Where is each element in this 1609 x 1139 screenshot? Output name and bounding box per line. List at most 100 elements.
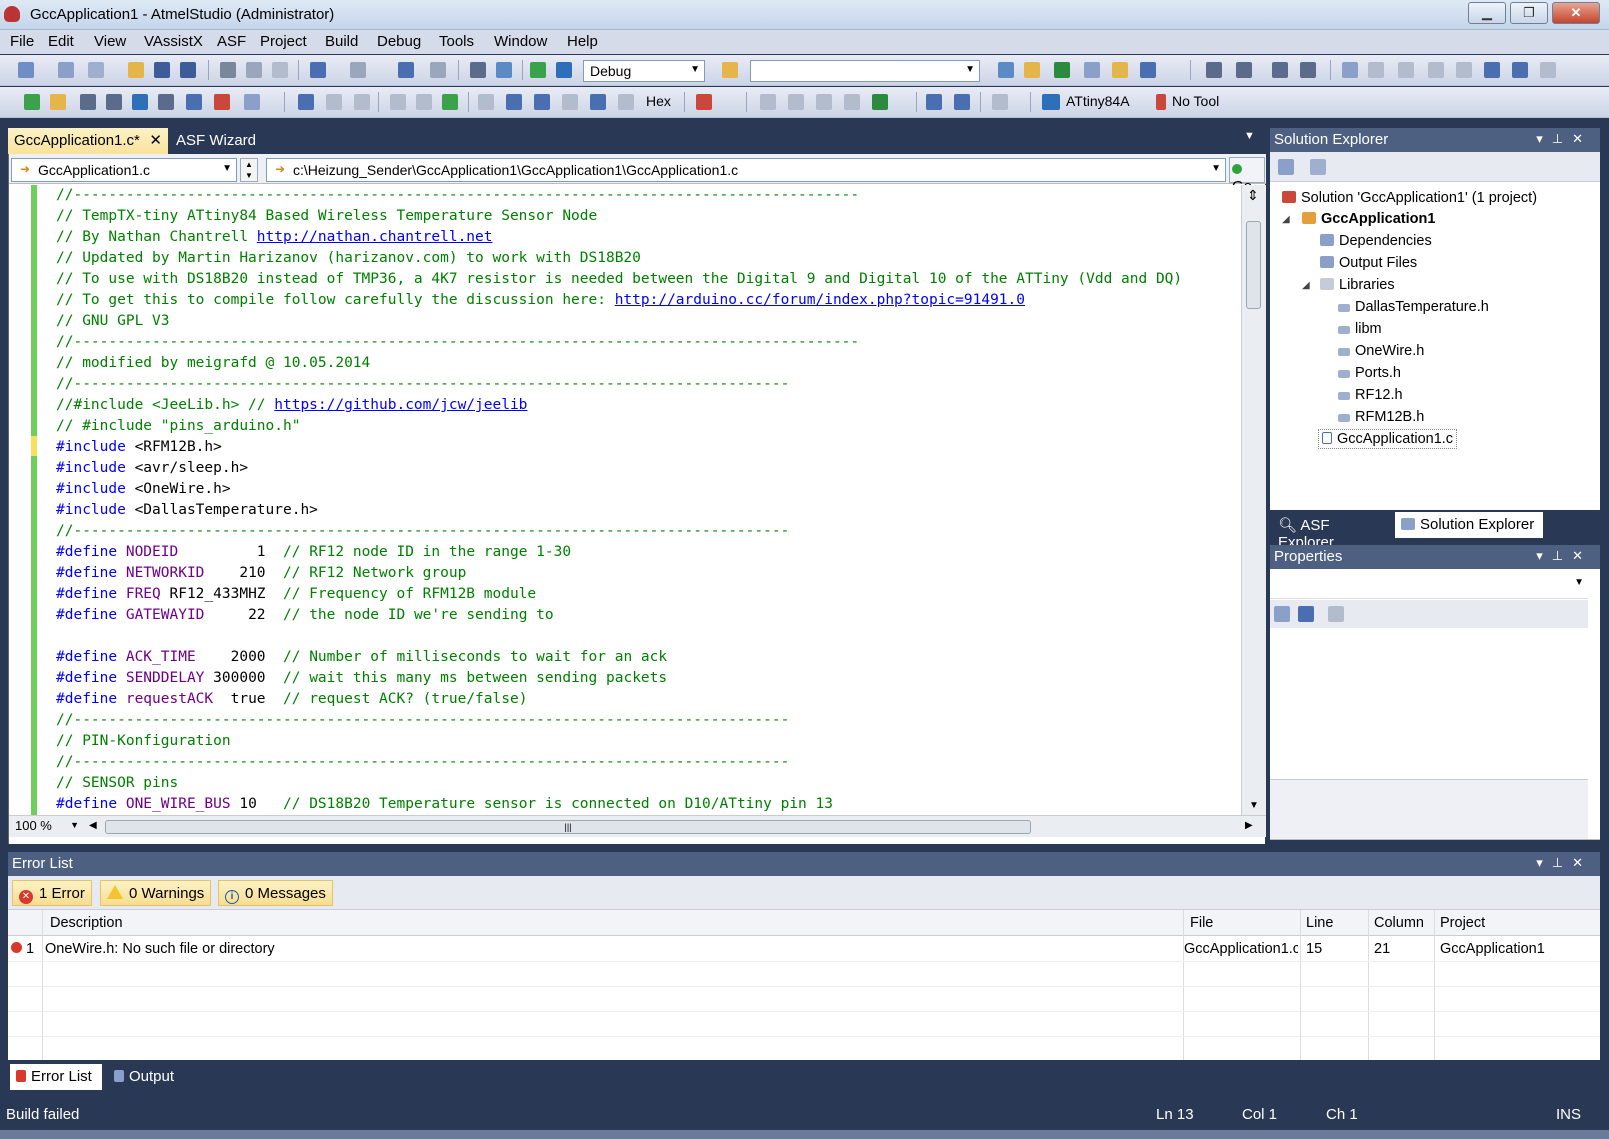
next-bookmark-folder-icon[interactable] bbox=[1456, 62, 1472, 78]
tree-item-output-files[interactable]: Output Files bbox=[1320, 255, 1417, 271]
menu-asf[interactable]: ASF bbox=[217, 33, 246, 50]
tree-item-rfm12b[interactable]: RFM12B.h bbox=[1338, 409, 1424, 425]
set-next-statement-icon[interactable] bbox=[590, 94, 606, 110]
code-text-area[interactable]: //--------------------------------------… bbox=[9, 185, 1241, 815]
tab-error-list[interactable]: Error List bbox=[10, 1064, 102, 1090]
tree-item-libm[interactable]: libm bbox=[1338, 321, 1382, 337]
step-over-icon[interactable] bbox=[506, 94, 522, 110]
tree-item-onewire[interactable]: OneWire.h bbox=[1338, 343, 1424, 359]
close-icon[interactable]: ✕ bbox=[149, 131, 162, 149]
properties-icon[interactable] bbox=[1054, 62, 1070, 78]
tree-item-dependencies[interactable]: Dependencies bbox=[1320, 233, 1432, 249]
menu-edit[interactable]: Edit bbox=[48, 33, 74, 50]
tree-item-rf12[interactable]: RF12.h bbox=[1338, 387, 1403, 403]
prev-bookmark-doc-icon[interactable] bbox=[1484, 62, 1500, 78]
solution-platform-icon[interactable] bbox=[722, 62, 738, 78]
find-combo[interactable]: ▼ bbox=[750, 60, 980, 82]
chevron-down-icon[interactable]: ▼ bbox=[1244, 130, 1255, 142]
open-folder-icon[interactable] bbox=[128, 62, 144, 78]
build-solution-icon[interactable] bbox=[470, 62, 486, 78]
object-browser-icon[interactable] bbox=[1084, 62, 1100, 78]
column-file[interactable]: File bbox=[1190, 915, 1213, 931]
cut-icon[interactable] bbox=[220, 62, 236, 78]
add-item-icon[interactable] bbox=[58, 62, 74, 78]
next-bookmark-icon[interactable] bbox=[1398, 62, 1414, 78]
file-scope-select[interactable]: ➜ GccApplication1.c ▼ bbox=[11, 158, 237, 182]
pause-icon[interactable] bbox=[416, 94, 432, 110]
menu-project[interactable]: Project bbox=[260, 33, 307, 50]
new-project-icon[interactable] bbox=[18, 62, 34, 78]
chip-icon[interactable] bbox=[158, 94, 174, 110]
clear-bookmarks-icon[interactable] bbox=[1540, 62, 1556, 78]
processor-view-icon[interactable] bbox=[954, 94, 970, 110]
errors-filter-button[interactable]: ✕ 1 Error bbox=[12, 880, 92, 906]
prev-bookmark-folder-icon[interactable] bbox=[1428, 62, 1444, 78]
save-icon[interactable] bbox=[154, 62, 170, 78]
column-description[interactable]: Description bbox=[50, 915, 123, 931]
tree-solution[interactable]: Solution 'GccApplication1' (1 project) bbox=[1282, 190, 1537, 206]
menu-window[interactable]: Window bbox=[494, 33, 547, 50]
expand-arrow-icon[interactable]: ◢ bbox=[1282, 214, 1290, 225]
show-all-files-icon[interactable] bbox=[1278, 159, 1294, 175]
panel-controls[interactable]: ▾⊥✕ bbox=[1536, 131, 1592, 147]
maximize-button[interactable]: ❐ bbox=[1510, 2, 1548, 24]
menu-help[interactable]: Help bbox=[567, 33, 598, 50]
tree-item-gccapplication1-c[interactable]: GccApplication1.c bbox=[1318, 429, 1458, 449]
copy-icon[interactable] bbox=[246, 62, 262, 78]
run-to-cursor-icon[interactable] bbox=[562, 94, 578, 110]
show-next-statement-icon[interactable] bbox=[390, 94, 406, 110]
code-hyperlink[interactable]: https://github.com/jcw/jeelib bbox=[274, 397, 527, 413]
menu-file[interactable]: File bbox=[10, 33, 34, 50]
registers-icon[interactable] bbox=[872, 94, 888, 110]
warnings-filter-button[interactable]: 0 Warnings bbox=[100, 880, 212, 906]
detach-icon[interactable] bbox=[326, 94, 342, 110]
paste-icon[interactable] bbox=[272, 62, 288, 78]
scroll-right-icon[interactable]: ▶ bbox=[1245, 820, 1253, 831]
tab-output[interactable]: Output bbox=[108, 1064, 188, 1090]
disassembly-icon[interactable] bbox=[992, 94, 1008, 110]
property-pages-icon[interactable] bbox=[1328, 606, 1344, 622]
scroll-left-icon[interactable]: ◀ bbox=[89, 820, 97, 831]
menu-debug[interactable]: Debug bbox=[377, 33, 421, 50]
splitter-icon[interactable]: ⇕ bbox=[1247, 187, 1259, 204]
checklist-icon[interactable] bbox=[24, 94, 40, 110]
alphabetical-icon[interactable] bbox=[1298, 606, 1314, 622]
tool-selector[interactable]: No Tool bbox=[1172, 93, 1219, 109]
navigate-backward-icon[interactable] bbox=[398, 62, 414, 78]
categorized-icon[interactable] bbox=[1274, 606, 1290, 622]
vertical-scrollbar[interactable]: ⇕ ▼ bbox=[1241, 185, 1266, 815]
reset-icon[interactable] bbox=[618, 94, 634, 110]
prev-bookmark-icon[interactable] bbox=[1368, 62, 1384, 78]
column-column[interactable]: Column bbox=[1374, 915, 1424, 931]
close-window-button[interactable]: ✕ bbox=[1552, 2, 1600, 24]
outdent-icon[interactable] bbox=[1236, 62, 1252, 78]
hex-toggle[interactable]: Hex bbox=[646, 93, 671, 109]
tab-solution-explorer[interactable]: Solution Explorer bbox=[1395, 512, 1543, 538]
tree-item-libraries[interactable]: Libraries bbox=[1320, 277, 1395, 293]
vertical-scroll-thumb[interactable] bbox=[1246, 221, 1261, 309]
device-icon[interactable] bbox=[132, 94, 148, 110]
navigate-forward-icon[interactable] bbox=[430, 62, 446, 78]
messages-filter-button[interactable]: i0 Messages bbox=[218, 880, 333, 906]
scroll-down-icon[interactable]: ▼ bbox=[1249, 800, 1259, 811]
save-all-icon[interactable] bbox=[180, 62, 196, 78]
scope-spinner[interactable]: ▲ ▼ bbox=[240, 158, 258, 182]
new-file-icon[interactable] bbox=[88, 62, 104, 78]
menu-view[interactable]: View bbox=[94, 33, 126, 50]
path-select[interactable]: ➜ c:\Heizung_Sender\GccApplication1\GccA… bbox=[266, 158, 1226, 182]
expand-arrow-icon[interactable]: ◢ bbox=[1302, 280, 1310, 291]
error-row[interactable]: 1 OneWire.h: No such file or directory G… bbox=[8, 937, 1600, 962]
options-icon[interactable] bbox=[244, 94, 260, 110]
device-selector[interactable]: ATtiny84A bbox=[1066, 93, 1130, 109]
start-without-debugging-icon[interactable] bbox=[556, 62, 572, 78]
refresh-icon[interactable] bbox=[1310, 159, 1326, 175]
undo-icon[interactable] bbox=[310, 62, 326, 78]
solution-explorer-icon[interactable] bbox=[1024, 62, 1040, 78]
memory-icon[interactable] bbox=[844, 94, 860, 110]
code-hyperlink[interactable]: http://nathan.chantrell.net bbox=[257, 229, 493, 245]
bookmark-icon[interactable] bbox=[1342, 62, 1358, 78]
toolbox-icon[interactable] bbox=[1112, 62, 1128, 78]
configuration-select[interactable]: Debug ▼ bbox=[583, 60, 705, 82]
extension-manager-icon[interactable] bbox=[1140, 62, 1156, 78]
io-view-icon[interactable] bbox=[926, 94, 942, 110]
